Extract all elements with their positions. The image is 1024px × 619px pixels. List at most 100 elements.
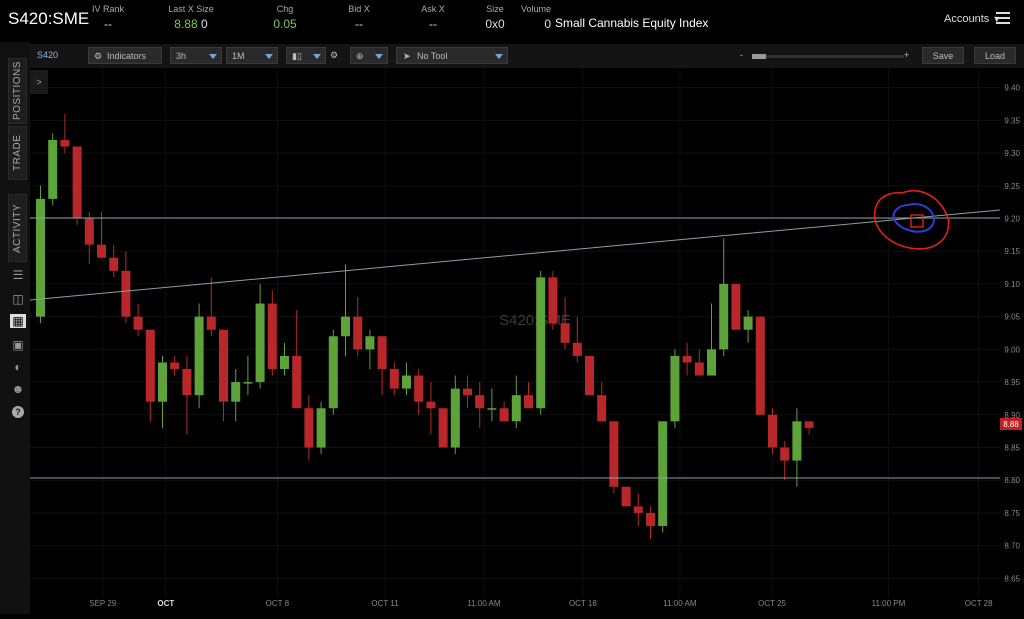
x-tick-label: OCT	[157, 599, 174, 608]
price-chart[interactable]: S420:SME 9.40 9.35 9.30 9.25 9.20 9.15 9.10 9.0…	[29, 68, 1024, 614]
x-tick-label: OCT 8	[266, 599, 290, 608]
y-tick-label: 9.30	[1004, 149, 1020, 158]
list-icon[interactable]: ☰	[10, 268, 26, 282]
x-tick-label: OCT 28	[965, 599, 993, 608]
y-tick-label: 8.70	[1004, 542, 1020, 551]
settings-icon[interactable]: ⚙	[328, 47, 344, 64]
candle-body	[670, 355, 680, 422]
quote-iv-rank: IV Rank --	[91, 4, 124, 31]
chart-toolbar: S420 SME ⚙ Indicators 3h 1M ▮▯ ⚙ ⊕ ➤ No …	[30, 44, 1024, 77]
y-tick-label: 8.80	[1004, 476, 1020, 485]
candle-body	[548, 277, 558, 324]
x-tick-label: 11:00 AM	[467, 599, 501, 608]
chart-area[interactable]: S420:SME 9.40 9.35 9.30 9.25 9.20 9.15 9.10 9.0…	[29, 68, 1024, 614]
candle-body	[72, 146, 82, 219]
candle-body	[133, 316, 143, 330]
chevron-down-icon	[209, 54, 217, 59]
range-select[interactable]: 1M	[226, 47, 278, 64]
gauge-icon[interactable]: ◐	[10, 360, 26, 374]
candle-body	[463, 388, 472, 396]
candle-body	[414, 375, 424, 402]
people-icon[interactable]: ☻	[10, 382, 26, 396]
tab-activity[interactable]: ACTIVITY	[8, 194, 27, 262]
plot-background	[30, 68, 1000, 598]
quote-size: Size 0x0	[485, 4, 505, 31]
x-tick-label: OCT 11	[371, 599, 399, 608]
candle-body	[804, 421, 814, 428]
candle-body	[707, 349, 716, 376]
x-tick-label: OCT 25	[758, 599, 786, 608]
cursor-icon: ➤	[403, 51, 411, 61]
load-button[interactable]: Load	[974, 47, 1016, 64]
quote-header: S420:SME IV Rank -- Last X Size 8.88 0 C…	[0, 0, 1024, 42]
candle-body	[792, 421, 802, 461]
y-tick-label: 9.00	[1004, 345, 1020, 354]
x-tick-label: OCT 18	[569, 599, 597, 608]
chart-watermark: S420:SME	[499, 312, 571, 329]
candlestick-icon: ▮▯	[292, 51, 302, 61]
candle-body	[682, 355, 692, 363]
drawing-tool-select[interactable]: ➤ No Tool	[396, 47, 508, 64]
x-tick-label: 11:00 PM	[872, 599, 906, 608]
interval-select[interactable]: 3h	[170, 47, 222, 64]
monitor-icon[interactable]: ◫	[10, 292, 26, 306]
candle-body	[475, 395, 485, 409]
indicators-button[interactable]: ⚙ Indicators	[88, 47, 162, 64]
zoom-in-button[interactable]: +	[904, 47, 916, 64]
candle-body	[353, 316, 363, 350]
help-icon[interactable]: ?	[10, 404, 26, 418]
tab-positions[interactable]: POSITIONS	[8, 58, 27, 124]
grid-icon[interactable]: ▣	[10, 338, 26, 352]
crosshair-select[interactable]: ⊕	[350, 47, 388, 64]
chart-icon[interactable]: ▦	[10, 314, 26, 328]
tab-trade[interactable]: TRADE	[8, 126, 27, 180]
crosshair-icon: ⊕	[356, 51, 364, 61]
candle-body	[194, 316, 204, 396]
chart-type-select[interactable]: ▮▯	[286, 47, 326, 64]
candle-body	[426, 401, 436, 409]
candle-body	[389, 368, 399, 389]
candle-body	[60, 139, 70, 147]
zoom-out-button[interactable]: -	[740, 47, 752, 64]
candle-body	[145, 329, 155, 402]
y-tick-label: 9.05	[1004, 313, 1020, 322]
candle-body	[633, 506, 643, 513]
candle-body	[328, 336, 338, 409]
candle-body	[719, 283, 729, 350]
candle-body	[182, 368, 192, 396]
quote-ask: Ask X --	[421, 4, 445, 31]
candle-body	[267, 303, 277, 369]
candle-body	[572, 342, 582, 356]
candle-body	[536, 277, 546, 409]
gear-icon: ⚙	[94, 51, 103, 61]
candle-body	[84, 218, 94, 245]
candle-body	[243, 382, 253, 384]
quote-last: Last X Size 8.88 0	[168, 4, 214, 31]
candle-body	[731, 283, 741, 330]
hamburger-icon[interactable]	[996, 12, 1010, 24]
candle-body	[499, 408, 509, 422]
candle-body	[511, 395, 521, 422]
candle-body	[743, 316, 753, 330]
left-sidebar: POSITIONS TRADE ACTIVITY ☰ ◫ ▦ ▣ ◐ ☻ ?	[0, 42, 30, 614]
y-tick-label: 9.15	[1004, 247, 1020, 256]
candle-body	[170, 362, 180, 369]
candle-body	[402, 375, 411, 389]
symbol-label[interactable]: S420:SME	[8, 9, 89, 29]
candle-body	[292, 355, 302, 409]
zoom-slider-handle[interactable]	[752, 54, 766, 59]
quote-volume: Volume 0	[520, 4, 551, 31]
chevron-down-icon	[313, 54, 321, 59]
candle-body	[524, 395, 533, 409]
y-tick-label: 9.35	[1004, 116, 1020, 125]
candle-body	[219, 329, 228, 402]
candle-body	[694, 362, 704, 376]
save-button[interactable]: Save	[922, 47, 964, 64]
candle-body	[560, 323, 570, 343]
candle-body	[48, 139, 58, 199]
chevron-down-icon	[375, 54, 383, 59]
accounts-menu[interactable]: Accounts ▼	[944, 13, 1001, 25]
zoom-slider[interactable]	[752, 54, 904, 59]
candle-body	[109, 257, 119, 271]
candle-body	[365, 336, 375, 350]
